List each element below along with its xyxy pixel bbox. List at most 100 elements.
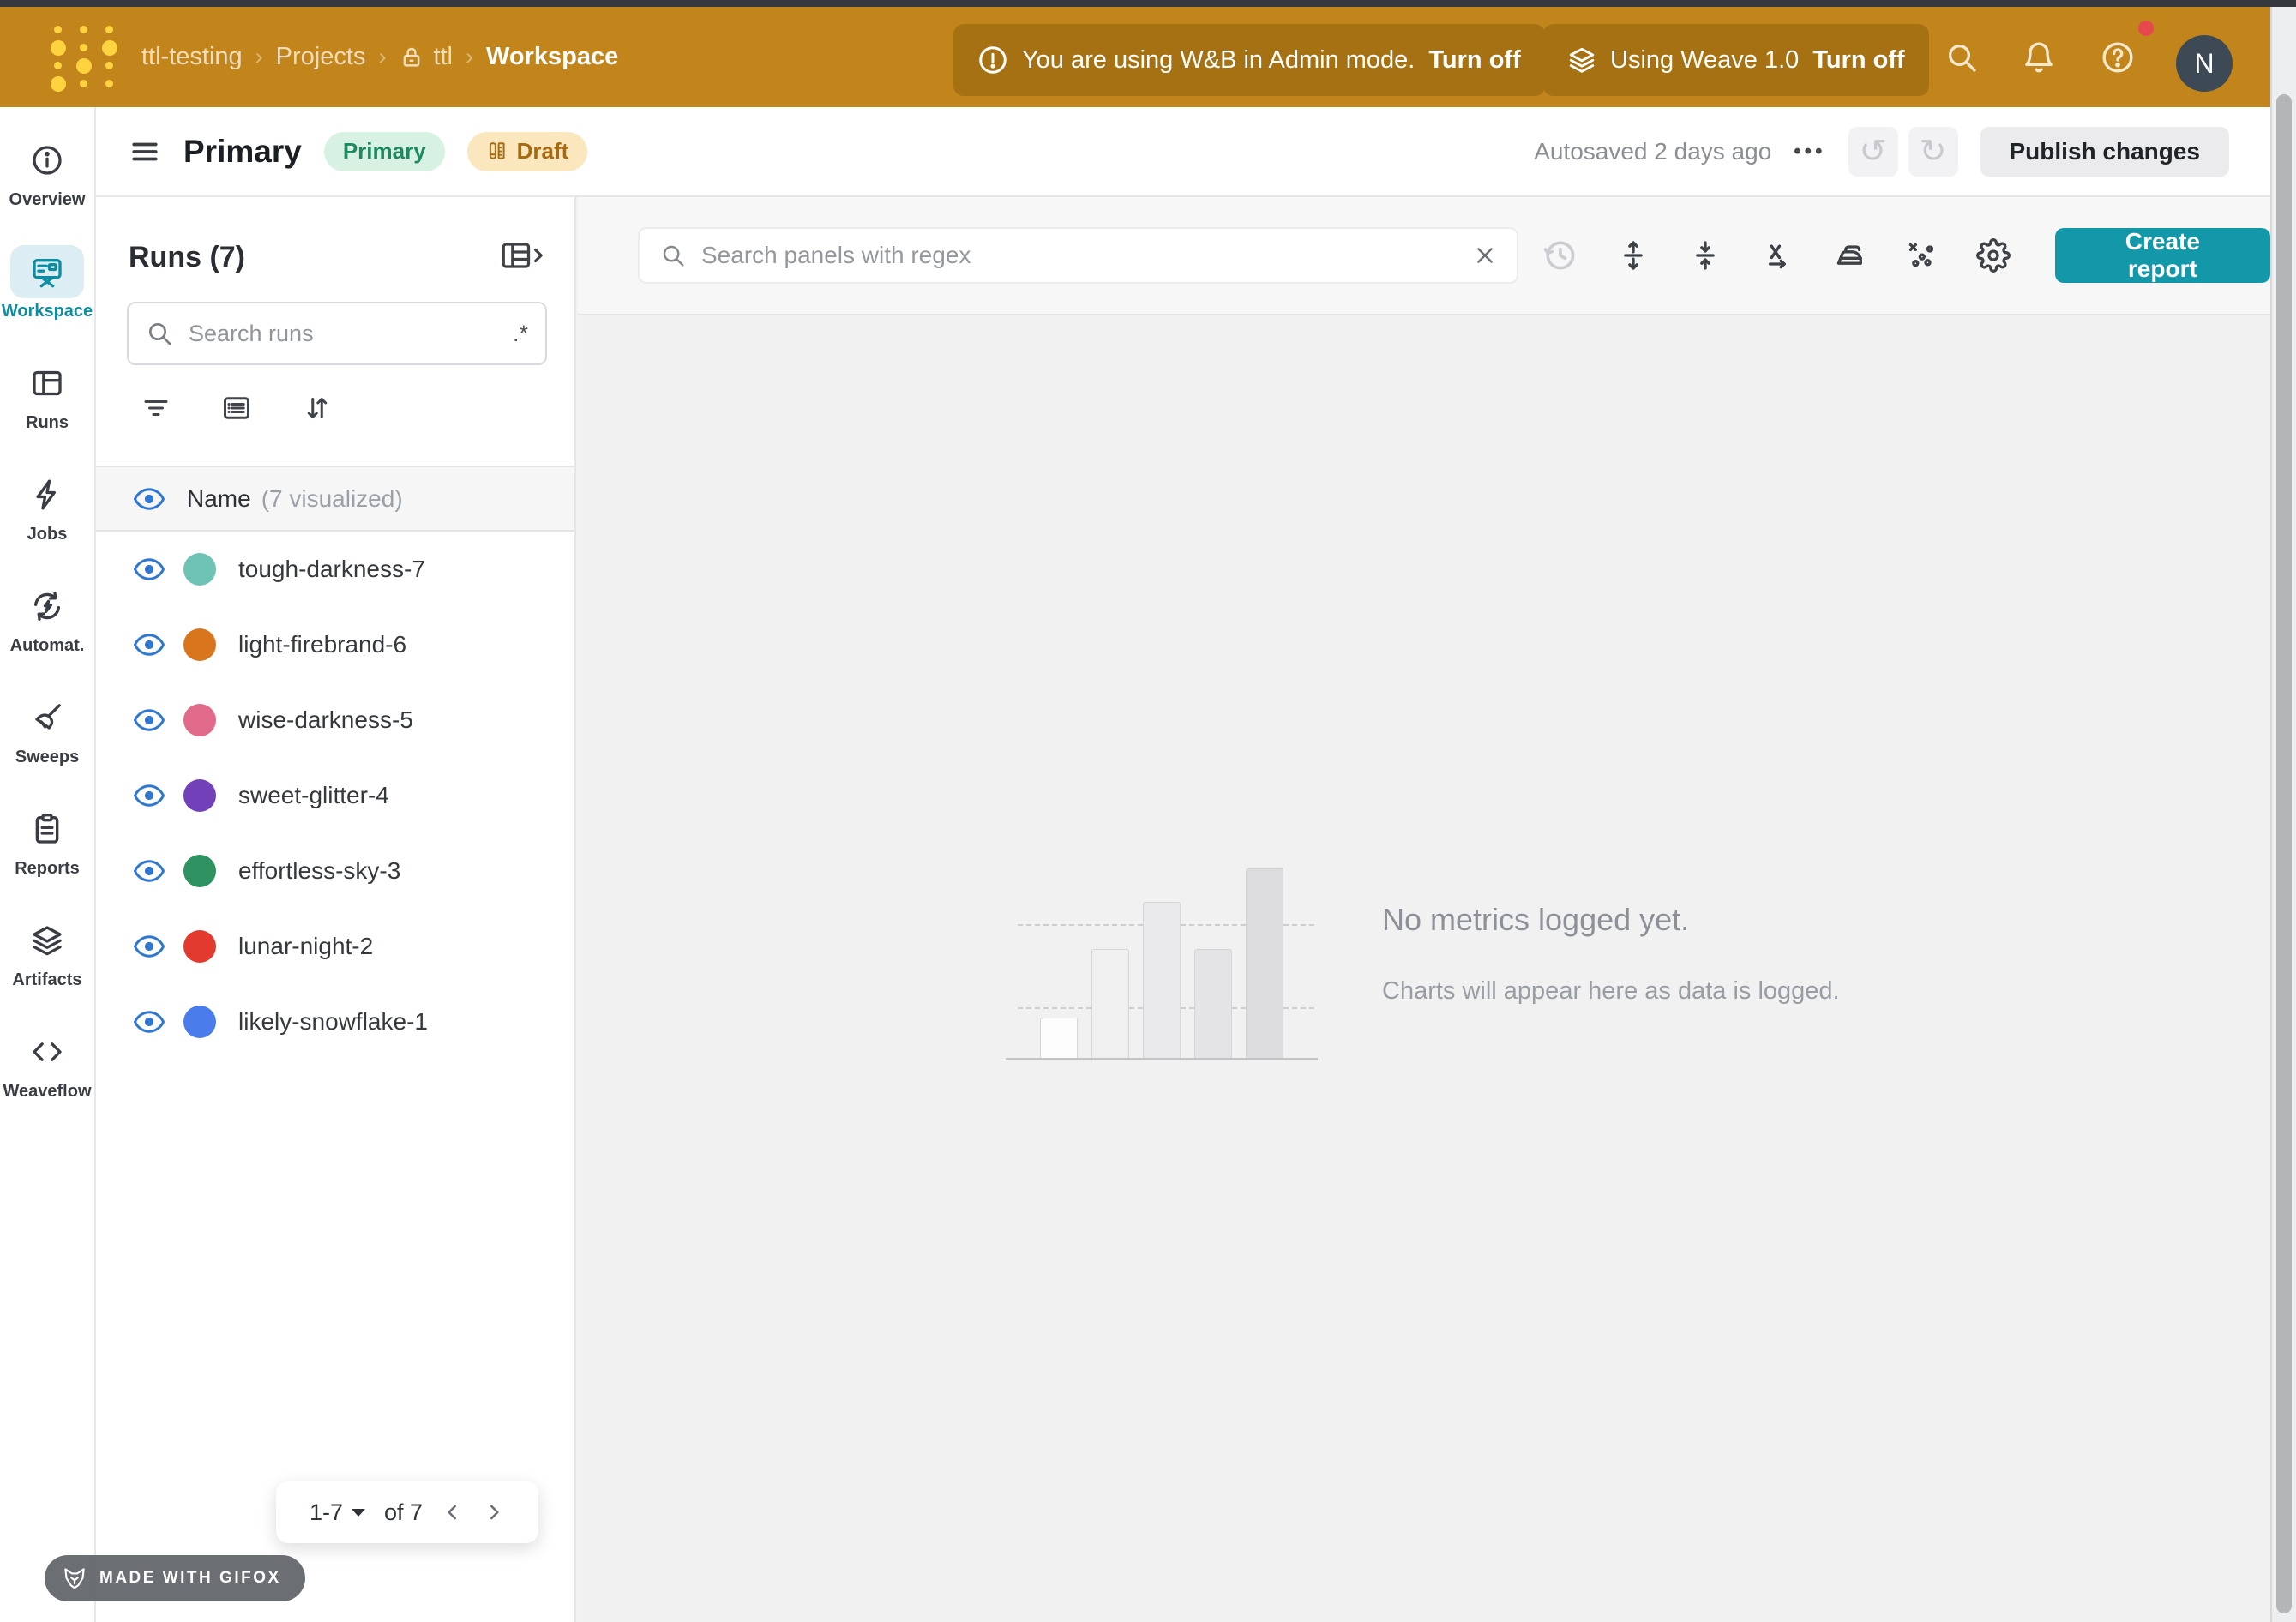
visibility-eye-icon[interactable] [134, 784, 165, 808]
menu-icon[interactable] [129, 137, 161, 166]
run-row[interactable]: lunar-night-2 [96, 909, 574, 984]
breadcrumb-entity[interactable]: ttl-testing [141, 43, 243, 71]
runs-search-input[interactable] [187, 320, 513, 348]
sidebar-item-reports[interactable]: Reports [0, 784, 94, 896]
sidebar-item-jobs[interactable]: Jobs [0, 450, 94, 562]
visibility-eye-icon[interactable] [134, 487, 165, 511]
bell-icon[interactable] [2022, 7, 2056, 107]
logo-dots-column [101, 21, 117, 93]
gifox-badge[interactable]: MADE WITH GIFOX [45, 1555, 305, 1601]
sidebar-item-runs[interactable]: Runs [0, 339, 94, 450]
run-row[interactable]: wise-darkness-5 [96, 682, 574, 758]
run-row[interactable]: sweet-glitter-4 [96, 758, 574, 833]
gear-icon[interactable] [1976, 238, 2011, 273]
search-icon [660, 243, 686, 268]
layers-icon [10, 914, 84, 967]
collapse-rows-icon[interactable] [1688, 238, 1722, 273]
alert-icon [977, 45, 1008, 75]
expand-rows-icon[interactable] [1616, 238, 1650, 273]
sidebar-item-weaveflow[interactable]: Weaveflow [0, 1007, 94, 1119]
sidebar-item-label: Workspace [2, 302, 93, 321]
run-color-dot [183, 855, 216, 887]
visibility-eye-icon[interactable] [134, 557, 165, 581]
redo-icon[interactable]: ↻ [1908, 127, 1958, 177]
sidebar-item-automations[interactable]: Automat. [0, 562, 94, 673]
run-color-dot [183, 704, 216, 736]
sidebar-item-sweeps[interactable]: Sweeps [0, 673, 94, 784]
empty-state-subtitle: Charts will appear here as data is logge… [1382, 977, 1840, 1006]
bolt-icon [10, 468, 84, 521]
regex-toggle[interactable]: .* [513, 321, 528, 347]
publish-changes-button[interactable]: Publish changes [1980, 127, 2230, 177]
page-range-dropdown[interactable]: 1-7 [310, 1499, 365, 1526]
empty-state-chart [1018, 867, 1314, 1060]
sidebar-item-label: Jobs [27, 525, 68, 544]
run-color-dot [183, 779, 216, 812]
sidebar-item-label: Artifacts [12, 970, 81, 990]
undo-icon[interactable]: ↺ [1848, 127, 1898, 177]
breadcrumb-separator: › [466, 44, 473, 70]
run-row[interactable]: tough-darkness-7 [96, 532, 574, 607]
run-row[interactable]: effortless-sky-3 [96, 833, 574, 909]
chart-bar [1091, 949, 1129, 1059]
status-badge-draft: Draft [467, 132, 588, 171]
previous-page-icon[interactable] [442, 1501, 464, 1523]
visibility-eye-icon[interactable] [134, 934, 165, 958]
x-axis-icon[interactable] [1760, 238, 1794, 273]
run-name: sweet-glitter-4 [238, 782, 389, 809]
outliers-icon[interactable] [1904, 238, 1938, 273]
admin-turn-off-button[interactable]: Turn off [1428, 46, 1520, 75]
workspace-main: Create report No metrics logged yet. Cha… [578, 197, 2270, 1622]
top-navigation-bar: ttl-testing › Projects › ttl › Workspace… [0, 7, 2296, 107]
wandb-logo[interactable] [50, 21, 117, 93]
breadcrumb-projects[interactable]: Projects [276, 43, 366, 71]
run-name: effortless-sky-3 [238, 857, 400, 885]
sort-icon[interactable] [302, 393, 333, 424]
search-icon[interactable] [1944, 7, 1979, 107]
weave-turn-off-button[interactable]: Turn off [1812, 46, 1904, 75]
visibility-eye-icon[interactable] [134, 633, 165, 657]
chart-bar [1143, 902, 1181, 1059]
runs-panel: Runs (7) .* Name (7 visualized) tough-da… [96, 197, 576, 1622]
visibility-eye-icon[interactable] [134, 1010, 165, 1034]
workspace-badge-primary: Primary [324, 132, 445, 171]
list-settings-icon[interactable] [221, 393, 252, 424]
breadcrumb-separator: › [255, 44, 263, 70]
smoothing-icon[interactable] [1832, 238, 1866, 273]
run-name: wise-darkness-5 [238, 706, 413, 734]
page-range-label: 1-7 [310, 1499, 343, 1526]
badge-label: Primary [343, 138, 426, 165]
scrollbar-thumb[interactable] [2276, 94, 2292, 1613]
visualized-count: (7 visualized) [261, 485, 403, 513]
workspace-header: Primary Primary Draft Autosaved 2 days a… [96, 107, 2270, 197]
breadcrumb-workspace: Workspace [486, 43, 618, 71]
visibility-eye-icon[interactable] [134, 708, 165, 732]
run-row[interactable]: likely-snowflake-1 [96, 984, 574, 1060]
overflow-menu-icon[interactable]: ••• [1794, 140, 1825, 164]
breadcrumb-project[interactable]: ttl [399, 43, 453, 71]
help-icon[interactable] [2101, 7, 2135, 107]
weave-banner: Using Weave 1.0 Turn off [1543, 24, 1929, 96]
runs-table-expand-icon[interactable] [501, 238, 545, 277]
notification-dot [2138, 21, 2154, 36]
search-icon [146, 320, 173, 347]
panel-search-input[interactable] [700, 241, 1472, 270]
run-list: tough-darkness-7 light-firebrand-6 wise-… [96, 532, 574, 1060]
sidebar-item-label: Reports [15, 859, 80, 879]
empty-state-title: No metrics logged yet. [1382, 902, 1840, 938]
filter-icon[interactable] [141, 393, 171, 424]
sidebar-item-artifacts[interactable]: Artifacts [0, 896, 94, 1007]
gifox-badge-label: MADE WITH GIFOX [99, 1569, 281, 1588]
run-row[interactable]: light-firebrand-6 [96, 607, 574, 682]
admin-mode-banner: You are using W&B in Admin mode. Turn of… [953, 24, 1545, 96]
create-report-button[interactable]: Create report [2055, 228, 2270, 283]
next-page-icon[interactable] [483, 1501, 505, 1523]
chevron-down-icon [352, 1509, 365, 1517]
visibility-eye-icon[interactable] [134, 859, 165, 883]
sidebar-item-overview[interactable]: Overview [0, 116, 94, 227]
history-icon[interactable] [1541, 237, 1578, 274]
sidebar-item-workspace[interactable]: Workspace [0, 227, 94, 339]
run-color-dot [183, 553, 216, 586]
close-icon[interactable] [1472, 243, 1498, 268]
avatar[interactable]: N [2176, 35, 2233, 92]
